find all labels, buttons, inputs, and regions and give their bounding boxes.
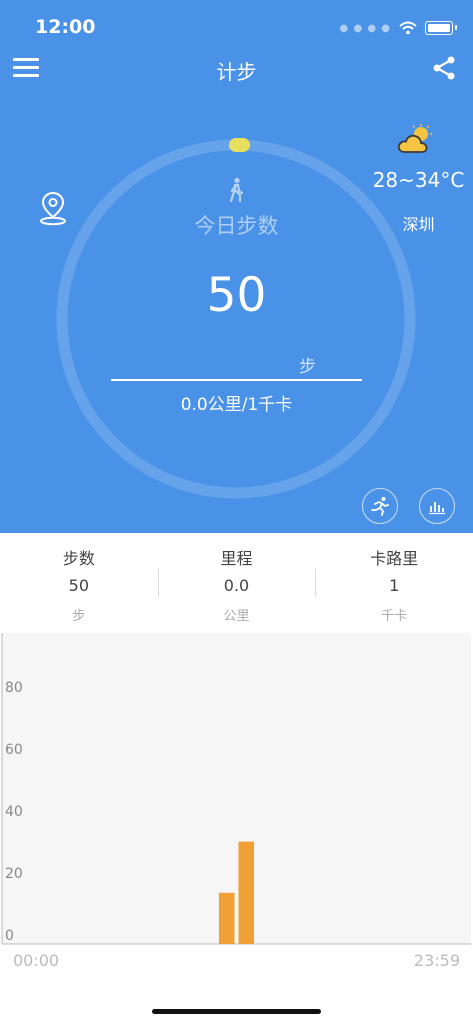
stat-steps: 步数 50 步 <box>0 533 158 633</box>
divider <box>111 379 362 381</box>
partly-cloudy-icon <box>397 124 432 153</box>
x-end-label: 23:59 <box>414 951 460 970</box>
running-icon <box>371 497 389 516</box>
y-tick-label: 40 <box>5 804 23 820</box>
city-name: 深圳 <box>402 215 435 234</box>
y-tick-label: 20 <box>5 866 23 882</box>
stat-label: 步数 <box>62 549 95 568</box>
chart-svg: 0 20 40 60 80 00:00 23:59 <box>1 633 471 970</box>
bar-chart-icon <box>429 502 445 515</box>
bar-1 <box>238 841 255 944</box>
y-tick-label: 60 <box>5 742 23 758</box>
progress-marker <box>229 138 250 152</box>
battery-icon <box>425 21 457 35</box>
y-tick-label: 80 <box>5 680 23 696</box>
signal-icon: ● ● ● ● <box>339 22 391 34</box>
running-button[interactable] <box>362 488 398 524</box>
statistics-button[interactable] <box>419 488 455 524</box>
step-unit: 步 <box>299 357 316 377</box>
bar-0 <box>218 892 235 944</box>
page-title: 计步 <box>216 60 257 84</box>
plot-background <box>2 633 471 944</box>
status-icons: ● ● ● ● <box>339 16 457 40</box>
stat-unit: 千卡 <box>381 609 408 624</box>
hourly-steps-chart: 0 20 40 60 80 00:00 23:59 <box>0 633 473 1024</box>
stat-distance: 里程 0.0 公里 <box>157 533 316 633</box>
stat-value: 1 <box>389 576 400 595</box>
temperature: 28~34°C <box>372 168 465 192</box>
walking-icon <box>229 177 244 203</box>
stat-label: 里程 <box>220 549 253 568</box>
x-start-label: 00:00 <box>13 951 59 970</box>
distance-calories: 0.0公里/1千卡 <box>180 395 293 415</box>
step-hero: 12:00 ● ● ● ● 计步 今日步数 50 步 0.0公里/1千卡 28~… <box>0 0 473 533</box>
stat-unit: 步 <box>72 609 86 624</box>
location-icon[interactable] <box>38 190 68 226</box>
stat-value: 0.0 <box>223 576 250 595</box>
y-tick-label: 0 <box>5 928 14 944</box>
wifi-icon <box>399 21 417 35</box>
summary-stats: 步数 50 步 里程 0.0 公里 卡路里 1 千卡 <box>0 533 473 633</box>
stat-label: 卡路里 <box>370 549 419 568</box>
stat-value: 50 <box>68 576 90 595</box>
home-indicator[interactable] <box>152 1009 321 1014</box>
stat-unit: 公里 <box>223 609 250 624</box>
step-count: 50 <box>206 268 267 323</box>
status-time: 12:00 <box>35 16 96 38</box>
stat-calories: 卡路里 1 千卡 <box>315 533 473 633</box>
share-icon[interactable] <box>431 55 457 81</box>
